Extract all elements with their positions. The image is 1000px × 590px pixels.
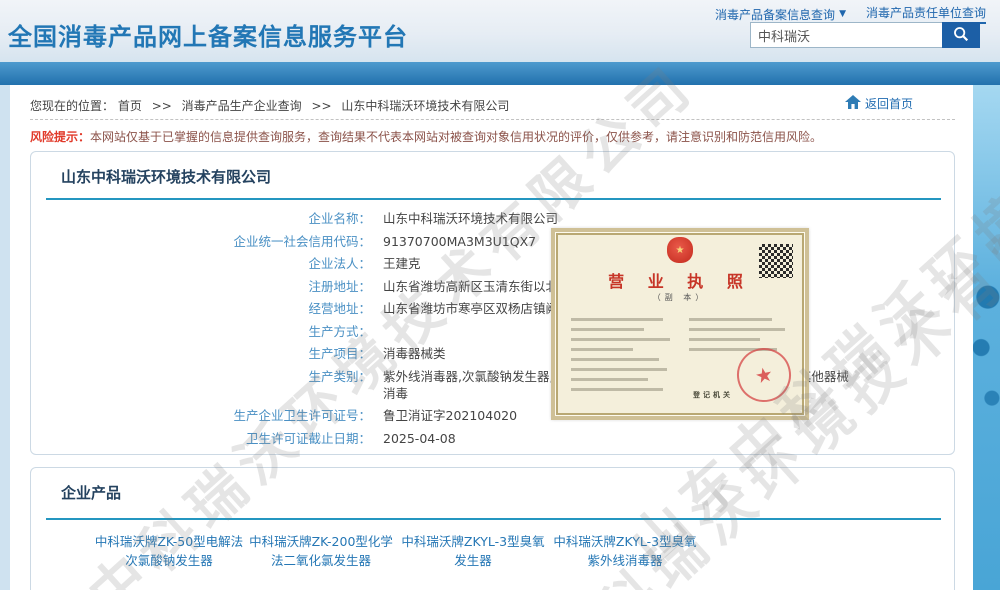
- nav-record-info-query[interactable]: 消毒产品备案信息查询 ▼: [715, 4, 846, 24]
- license-text-lines-left: [571, 318, 675, 398]
- section-divider: [46, 518, 941, 520]
- product-link[interactable]: 中科瑞沃牌ZKYL-3型臭氧发生器: [397, 532, 549, 571]
- breadcrumb-current-page: 山东中科瑞沃环境技术有限公司: [341, 99, 509, 113]
- field-label: 经营地址：: [31, 300, 371, 317]
- risk-notice: 风险提示：本网站仅基于已掌握的信息提供查询服务，查询结果不代表本网站对被查询对象…: [30, 128, 822, 145]
- nav-responsible-unit-query-label: 消毒产品责任单位查询: [866, 4, 986, 21]
- license-issuer-label: 登记机关: [693, 390, 733, 400]
- chevron-down-icon: ▼: [839, 9, 846, 19]
- product-link[interactable]: 中科瑞沃牌ZKYL-3型臭氧紫外线消毒器: [549, 532, 701, 571]
- field-label: 生产企业卫生许可证号：: [31, 407, 371, 424]
- site-header: 全国消毒产品网上备案信息服务平台 消毒产品备案信息查询 ▼ 消毒产品责任单位查询: [0, 0, 1000, 62]
- risk-notice-label: 风险提示：: [30, 130, 90, 144]
- breadcrumb-enterprise-query-link[interactable]: 消毒产品生产企业查询: [182, 99, 302, 113]
- risk-notice-text: 本网站仅基于已掌握的信息提供查询服务，查询结果不代表本网站对被查询对象信用状况的…: [90, 130, 822, 144]
- license-subtitle: （副 本）: [555, 292, 805, 303]
- top-navigation: 消毒产品备案信息查询 ▼ 消毒产品责任单位查询: [715, 4, 986, 24]
- company-title: 山东中科瑞沃环境技术有限公司: [61, 166, 271, 187]
- company-field-row: 企业名称： 山东中科瑞沃环境技术有限公司: [31, 210, 911, 227]
- field-value: 山东中科瑞沃环境技术有限公司: [383, 210, 858, 227]
- home-icon: [845, 95, 861, 112]
- product-list: 中科瑞沃牌ZK-50型电解法次氯酸钠发生器中科瑞沃牌ZK-200型化学法二氧化氯…: [93, 532, 701, 571]
- products-box: 企业产品 中科瑞沃牌ZK-50型电解法次氯酸钠发生器中科瑞沃牌ZK-200型化学…: [30, 467, 955, 590]
- company-info-box: 山东中科瑞沃环境技术有限公司 企业名称：山东中科瑞沃环境技术有限公司企业统一社会…: [30, 151, 955, 455]
- breadcrumb-home-link[interactable]: 首页: [118, 99, 142, 113]
- dashed-divider: [30, 119, 955, 120]
- nav-responsible-unit-query[interactable]: 消毒产品责任单位查询: [866, 4, 986, 24]
- qr-code: [759, 244, 793, 278]
- company-field-row: 卫生许可证截止日期： 2025-04-08: [31, 430, 911, 447]
- field-value: 2025-04-08: [383, 430, 858, 447]
- national-emblem-icon: ★: [667, 237, 693, 263]
- site-title: 全国消毒产品网上备案信息服务平台: [8, 17, 408, 52]
- field-label: 生产类别：: [31, 368, 371, 402]
- field-label: 生产项目：: [31, 345, 371, 362]
- search-icon: [952, 25, 970, 46]
- breadcrumb-prefix: 您现在的位置：: [30, 99, 114, 113]
- right-decor-band: [973, 85, 1000, 590]
- nav-record-info-query-label: 消毒产品备案信息查询: [715, 6, 835, 23]
- section-divider: [46, 198, 941, 200]
- field-label: 注册地址：: [31, 278, 371, 295]
- search-input[interactable]: [750, 22, 942, 48]
- back-home-label: 返回首页: [865, 95, 913, 112]
- header-blue-bar: [0, 62, 1000, 85]
- product-link[interactable]: 中科瑞沃牌ZK-200型化学法二氧化氯发生器: [245, 532, 397, 571]
- business-license-image[interactable]: ★ 营 业 执 照 （副 本） 登记机关 ★: [551, 228, 809, 420]
- breadcrumb: 您现在的位置： 首页 >> 消毒产品生产企业查询 >> 山东中科瑞沃环境技术有限…: [30, 97, 509, 114]
- back-home-link[interactable]: 返回首页: [845, 95, 913, 112]
- main-panel: 您现在的位置： 首页 >> 消毒产品生产企业查询 >> 山东中科瑞沃环境技术有限…: [10, 85, 973, 590]
- field-label: 卫生许可证截止日期：: [31, 430, 371, 447]
- page: 全国消毒产品网上备案信息服务平台 消毒产品备案信息查询 ▼ 消毒产品责任单位查询: [0, 0, 1000, 590]
- field-label: 生产方式：: [31, 323, 371, 340]
- breadcrumb-separator: >>: [152, 99, 172, 113]
- search-bar: [750, 22, 980, 48]
- field-label: 企业名称：: [31, 210, 371, 227]
- product-link[interactable]: 中科瑞沃牌ZK-50型电解法次氯酸钠发生器: [93, 532, 245, 571]
- field-label: 企业法人：: [31, 255, 371, 272]
- search-button[interactable]: [942, 22, 980, 48]
- breadcrumb-separator: >>: [311, 99, 331, 113]
- field-label: 企业统一社会信用代码：: [31, 233, 371, 250]
- products-section-title: 企业产品: [61, 482, 121, 503]
